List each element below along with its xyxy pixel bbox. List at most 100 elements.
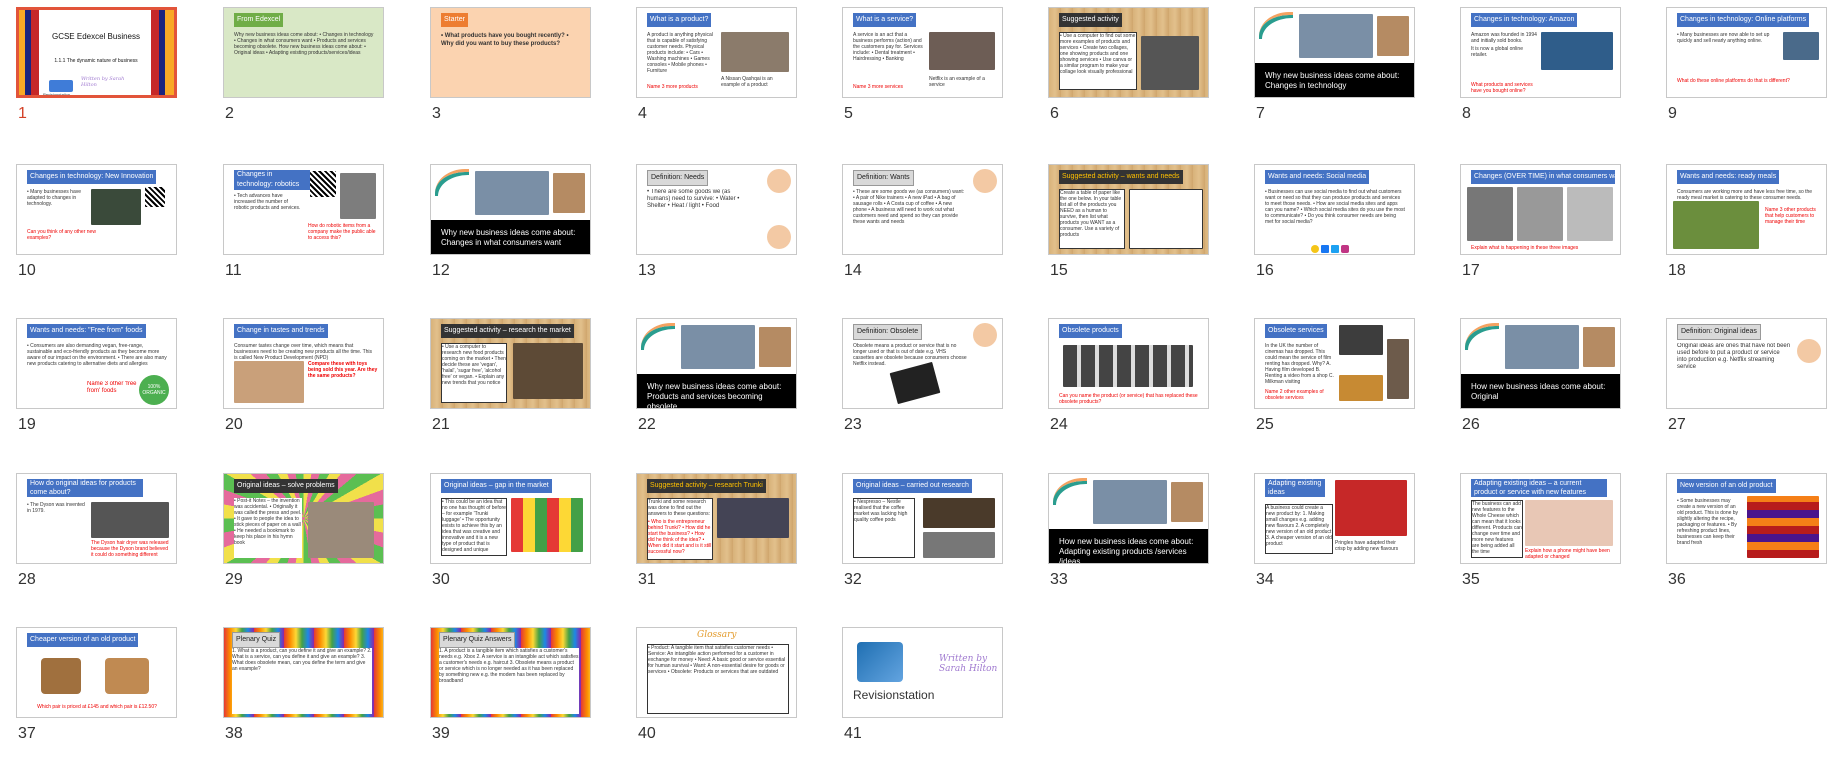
- slide-number: 8: [1462, 105, 1471, 122]
- slide-number: 5: [844, 105, 853, 122]
- image-caption: Netflix is an example of a service: [929, 76, 985, 88]
- slide-thumbnail[interactable]: Why new business ideas come about: Chang…: [430, 164, 605, 304]
- section-title: How new business ideas come about: Adapt…: [1049, 529, 1208, 563]
- robot-image: [340, 173, 376, 219]
- face-unlock-image: [1525, 500, 1613, 546]
- slide-title: Changes (OVER TIME) in what consumers wa…: [1471, 170, 1615, 184]
- slide-title: Plenary Quiz Answers: [439, 632, 516, 648]
- slide-thumbnail[interactable]: Suggested activity • Use a computer to f…: [1048, 7, 1223, 147]
- slide-title: How do original ideas for products come …: [27, 479, 143, 497]
- slide-number: 40: [638, 725, 656, 742]
- slide-thumbnail[interactable]: Starter • What products have you bought …: [430, 7, 605, 147]
- slide-title: Changes in technology: Amazon: [1471, 13, 1578, 27]
- slide-thumbnail[interactable]: What is a product? A product is anything…: [636, 7, 811, 147]
- slide-title: Wants and needs: ready meals: [1677, 170, 1780, 184]
- slide-body: A product is anything physical that is c…: [647, 32, 713, 74]
- slide-footer: Explain what is happening in these three…: [1471, 245, 1579, 251]
- slide-thumbnail[interactable]: How new business ideas come about: Adapt…: [1048, 473, 1223, 613]
- slide-number: 29: [225, 571, 243, 588]
- slide-title: What is a product?: [647, 13, 712, 27]
- image-caption: A Nissan Qashqai is an example of a prod…: [721, 76, 773, 88]
- slide-preview: What is a service? A service is an act t…: [842, 7, 1003, 98]
- slide-thumbnail[interactable]: GCSE Edexcel Business 1.1.1 The dynamic …: [16, 7, 191, 147]
- collage-image: [1505, 325, 1579, 369]
- slide-title: Starter: [441, 13, 469, 27]
- slide-thumbnail[interactable]: From Edexcel Why new business ideas come…: [223, 7, 398, 147]
- slide-thumbnail[interactable]: Obsolete services In the UK the number o…: [1254, 318, 1429, 458]
- slide-preview: Wants and needs: Social media • Business…: [1254, 164, 1415, 255]
- wants-needs-table: [1129, 189, 1203, 249]
- activity-questions: • Who is the entrepreneur behind Trunki?…: [648, 519, 712, 555]
- slide-body: • Tech advances have increased the numbe…: [234, 193, 301, 211]
- slide-title: Definition: Needs: [647, 170, 709, 186]
- slide-thumbnail[interactable]: Why new business ideas come about: Chang…: [1254, 7, 1429, 147]
- slide-thumbnail[interactable]: Suggested activity – research Trunki Tru…: [636, 473, 811, 613]
- ready-meal-image: [1673, 201, 1759, 249]
- slide-thumbnail[interactable]: Definition: Obsolete Obsolete means a pr…: [842, 318, 1017, 458]
- collage-image: [759, 327, 791, 367]
- slide-thumbnail[interactable]: Cheaper version of an old product Which …: [16, 627, 191, 767]
- slide-thumbnail[interactable]: Obsolete products Can you name the produ…: [1048, 318, 1223, 458]
- film-image: [1339, 375, 1383, 401]
- service-image: [929, 32, 995, 70]
- slide-thumbnail[interactable]: Original ideas – gap in the market • Thi…: [430, 473, 605, 613]
- slide-thumbnail[interactable]: Plenary Quiz Answers 1. A product is a t…: [430, 627, 605, 767]
- slide-number: 18: [1668, 262, 1686, 279]
- hand-icon: [973, 169, 997, 193]
- chocolate-bars-image: [1747, 496, 1819, 558]
- slide-title: Original ideas – gap in the market: [441, 479, 552, 493]
- facebook-icon: [1321, 245, 1329, 253]
- slide-body: • Some businesses may create a new versi…: [1677, 498, 1739, 546]
- slide-thumbnail[interactable]: Suggested activity – research the market…: [430, 318, 605, 458]
- slide-title: Cheaper version of an old product: [27, 633, 139, 647]
- slide-thumbnail[interactable]: Change in tastes and trends Consumer tas…: [223, 318, 398, 458]
- slide-thumbnail[interactable]: What is a service? A service is an act t…: [842, 7, 1017, 147]
- slide-footer: Name 3 more products: [647, 84, 698, 90]
- slide-thumbnail[interactable]: Definition: Needs • There are some goods…: [636, 164, 811, 304]
- slide-thumbnail[interactable]: Revisionstation Written by Sarah Hilton …: [842, 627, 1017, 767]
- slide-thumbnail[interactable]: Original ideas – carried out research • …: [842, 473, 1017, 613]
- slide-footer: What products and services have you boug…: [1471, 82, 1533, 94]
- hand-icon: [767, 169, 791, 193]
- slide-thumbnail[interactable]: Changes in technology: New Innovation • …: [16, 164, 191, 304]
- slide-thumbnail[interactable]: Changes in technology: Online platforms …: [1666, 7, 1841, 147]
- slide-number: 25: [1256, 416, 1274, 433]
- slide-preview: Obsolete products Can you name the produ…: [1048, 318, 1209, 409]
- slide-preview: Changes in technology: Amazon Amazon was…: [1460, 7, 1621, 98]
- slide-number: 35: [1462, 571, 1480, 588]
- slide-thumbnail[interactable]: Wants and needs: Social media • Business…: [1254, 164, 1429, 304]
- slide-thumbnail[interactable]: Wants and needs: "Free from" foods • Con…: [16, 318, 191, 458]
- slide-thumbnail[interactable]: Changes in technology: Amazon Amazon was…: [1460, 7, 1635, 147]
- slide-thumbnail[interactable]: Why new business ideas come about: Produ…: [636, 318, 811, 458]
- slide-thumbnail[interactable]: Plenary Quiz 1. What is a product, can y…: [223, 627, 398, 767]
- slide-footer: Compare these with toys being sold this …: [308, 361, 378, 379]
- slide-thumbnail[interactable]: Adapting existing ideas – a current prod…: [1460, 473, 1635, 613]
- signature: Written by Sarah Hilton: [939, 654, 998, 674]
- slide-thumbnail[interactable]: Suggested activity – wants and needs Cre…: [1048, 164, 1223, 304]
- slide-footer: Can you name the product (or service) th…: [1059, 393, 1198, 405]
- slide-thumbnail[interactable]: How do original ideas for products come …: [16, 473, 191, 613]
- slide-thumbnail[interactable]: Changes in technology: robotics • Tech a…: [223, 164, 398, 304]
- slide-number: 4: [638, 105, 647, 122]
- rainbow-decoration: [435, 169, 469, 196]
- image-caption: Pringles have adapted their crisp by add…: [1335, 540, 1399, 552]
- slide-number: 34: [1256, 571, 1274, 588]
- slide-number: 39: [432, 725, 450, 742]
- slide-preview: Changes in technology: robotics • Tech a…: [223, 164, 384, 255]
- slide-thumbnail[interactable]: New version of an old product • Some bus…: [1666, 473, 1841, 613]
- slide-thumbnail[interactable]: Adapting existing ideas A business could…: [1254, 473, 1429, 613]
- slide-thumbnail[interactable]: Original ideas – solve problems • Post-i…: [223, 473, 398, 613]
- slide-thumbnail[interactable]: Definition: Wants • These are some goods…: [842, 164, 1017, 304]
- slide-preview: Cheaper version of an old product Which …: [16, 627, 177, 718]
- slide-thumbnail[interactable]: Definition: Original ideas Original idea…: [1666, 318, 1841, 458]
- collage-image: [475, 171, 549, 215]
- slide-title: Suggested activity – wants and needs: [1059, 170, 1183, 184]
- slide-thumbnail[interactable]: How new business ideas come about: Origi…: [1460, 318, 1635, 458]
- slide-preview: What is a product? A product is anything…: [636, 7, 797, 98]
- slide-thumbnail[interactable]: Wants and needs: ready meals Consumers a…: [1666, 164, 1841, 304]
- snapchat-icon: [1311, 245, 1319, 253]
- rainbow-decoration: [1053, 478, 1087, 505]
- slide-preview: Change in tastes and trends Consumer tas…: [223, 318, 384, 409]
- slide-thumbnail[interactable]: Glossary • Product: A tangible item that…: [636, 627, 811, 767]
- slide-thumbnail[interactable]: Changes (OVER TIME) in what consumers wa…: [1460, 164, 1635, 304]
